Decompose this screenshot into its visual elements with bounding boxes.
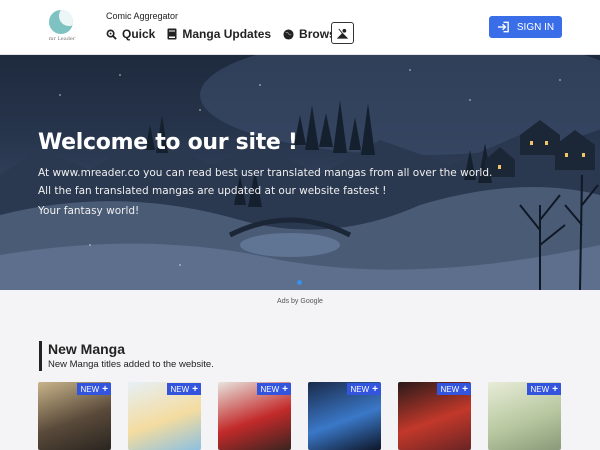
new-manga-subtitle: New Manga titles added to the website.: [48, 359, 214, 370]
manga-card[interactable]: NEW +: [308, 382, 381, 450]
plus-icon: +: [372, 383, 378, 395]
new-badge: NEW +: [347, 383, 381, 395]
login-icon: [497, 21, 509, 33]
manga-card[interactable]: NEW +: [488, 382, 561, 450]
new-badge: NEW +: [167, 383, 201, 395]
theme-icon: [336, 28, 349, 39]
sign-in-button[interactable]: SIGN IN: [489, 16, 562, 38]
nav-manga-updates-label: Manga Updates: [182, 27, 272, 41]
new-badge-label: NEW: [350, 384, 370, 394]
hero-line-1: At www.mreader.co you can read best user…: [38, 167, 493, 179]
logo-mark: [49, 10, 73, 34]
nav-quick[interactable]: Quick: [106, 27, 155, 41]
new-badge-label: NEW: [440, 384, 460, 394]
book-icon: [167, 28, 177, 40]
plus-icon: +: [102, 383, 108, 395]
plus-icon: +: [282, 383, 288, 395]
globe-icon: [283, 28, 294, 40]
new-badge: NEW +: [527, 383, 561, 395]
manga-card[interactable]: NEW +: [38, 382, 111, 450]
new-badge-label: NEW: [170, 384, 190, 394]
carousel-dot-active[interactable]: [297, 280, 302, 285]
search-icon: [106, 29, 117, 40]
hero-title: Welcome to our site !: [38, 130, 298, 155]
nav-manga-updates[interactable]: Manga Updates: [167, 27, 271, 41]
theme-toggle-button[interactable]: [331, 22, 354, 44]
manga-card[interactable]: NEW +: [128, 382, 201, 450]
plus-icon: +: [552, 383, 558, 395]
sign-in-label: SIGN IN: [516, 21, 555, 33]
manga-card[interactable]: NEW +: [398, 382, 471, 450]
ads-label: Ads by Google: [277, 298, 323, 305]
main-nav: Quick Manga Updates Browse: [106, 26, 354, 42]
plus-icon: +: [462, 383, 468, 395]
new-badge: NEW +: [77, 383, 111, 395]
new-manga-header: New Manga New Manga titles added to the …: [39, 341, 214, 371]
site-tagline: Comic Aggregator: [106, 11, 179, 21]
new-badge-label: NEW: [80, 384, 100, 394]
hero-banner: Welcome to our site ! At www.mreader.co …: [0, 55, 600, 290]
site-header: mr Leader Comic Aggregator Quick Manga U…: [0, 0, 600, 55]
new-badge-label: NEW: [260, 384, 280, 394]
new-manga-title: New Manga: [48, 341, 126, 357]
site-logo[interactable]: mr Leader: [47, 10, 77, 44]
nav-quick-label: Quick: [122, 27, 156, 41]
manga-card[interactable]: NEW +: [218, 382, 291, 450]
hero-line-2: All the fan translated mangas are update…: [38, 185, 387, 197]
logo-text: mr Leader: [48, 36, 76, 42]
plus-icon: +: [192, 383, 198, 395]
hero-line-3: Your fantasy world!: [38, 205, 140, 217]
new-badge-label: NEW: [530, 384, 550, 394]
new-badge: NEW +: [257, 383, 291, 395]
new-badge: NEW +: [437, 383, 471, 395]
